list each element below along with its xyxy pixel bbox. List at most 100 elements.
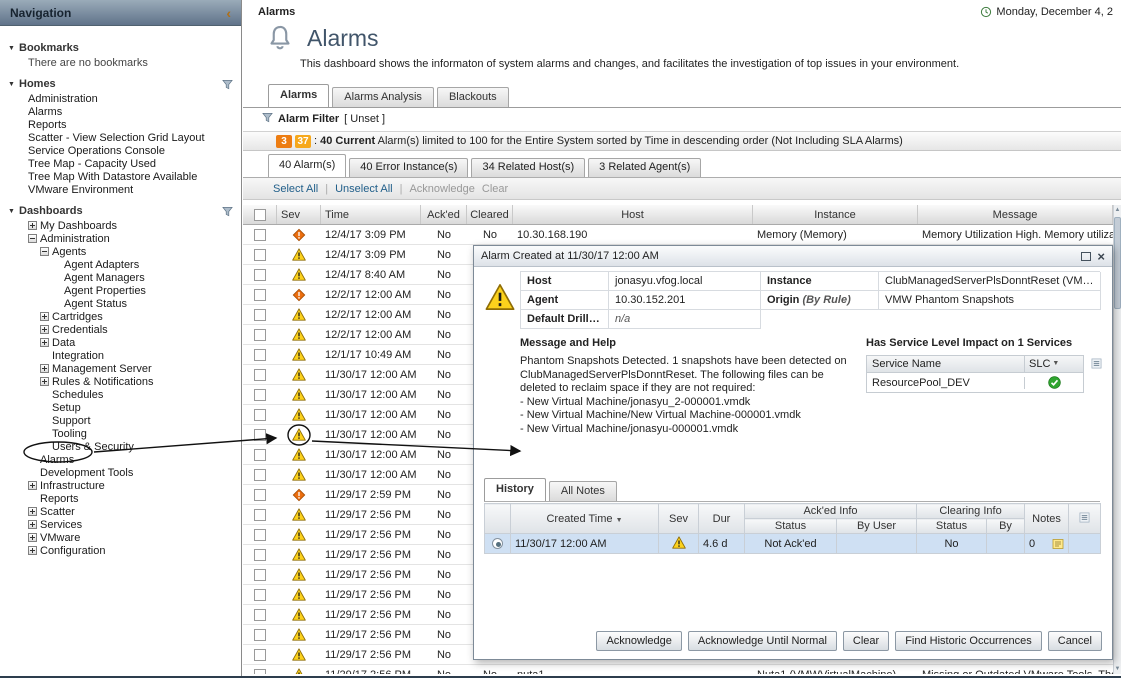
row-checkbox[interactable] [254,249,266,261]
history-row[interactable]: 11/30/17 12:00 AM 4.6 d Not Ack'ed No 0 [485,534,1101,554]
nav-item-my-dashboards[interactable]: My Dashboards [0,219,241,232]
nav-item-cartridges[interactable]: Cartridges [0,310,241,323]
nav-item-tooling[interactable]: Tooling [0,427,241,440]
tree-minus-icon[interactable] [40,247,49,256]
row-checkbox[interactable] [254,629,266,641]
tab-alarms[interactable]: Alarms [268,84,329,107]
popup-tab-history[interactable]: History [484,478,546,501]
nav-section-bookmarks[interactable]: ▼Bookmarks [0,40,241,56]
popup-tab-all-notes[interactable]: All Notes [549,481,617,501]
tree-plus-icon[interactable] [40,312,49,321]
history-row-radio[interactable] [492,538,503,549]
vertical-scrollbar[interactable]: ▲ ▼ [1113,205,1121,674]
subtab-34-related-host-s[interactable]: 34 Related Host(s) [471,158,585,177]
column-header-time[interactable]: Time [321,205,421,224]
nav-section-dashboards[interactable]: ▼Dashboards [0,203,241,219]
nav-item-agent-managers[interactable]: Agent Managers [0,271,241,284]
sev-column[interactable]: Sev [659,504,699,534]
nav-item-schedules[interactable]: Schedules [0,388,241,401]
tree-plus-icon[interactable] [28,481,37,490]
tree-minus-icon[interactable] [28,234,37,243]
alarm-row[interactable]: 12/4/17 3:09 PMNoNo10.30.168.190Memory (… [243,225,1113,245]
tree-plus-icon[interactable] [28,546,37,555]
history-column-chooser-cell[interactable] [1069,504,1101,534]
breadcrumb[interactable]: Alarms [258,6,295,18]
column-header-sev[interactable]: Sev [277,205,321,224]
nav-item-agent-status[interactable]: Agent Status [0,297,241,310]
nav-item-credentials[interactable]: Credentials [0,323,241,336]
tree-plus-icon[interactable] [40,377,49,386]
row-checkbox[interactable] [254,329,266,341]
column-chooser-icon[interactable] [1091,358,1102,372]
row-checkbox[interactable] [254,569,266,581]
clear-status-column[interactable]: Status [917,519,987,534]
nav-item-integration[interactable]: Integration [0,349,241,362]
row-checkbox[interactable] [254,389,266,401]
tree-plus-icon[interactable] [28,533,37,542]
nav-item-reports[interactable]: Reports [0,492,241,505]
scroll-down-icon[interactable]: ▼ [1114,664,1121,674]
acknowledge-action[interactable]: Acknowledge [409,183,474,195]
row-checkbox[interactable] [254,369,266,381]
row-checkbox[interactable] [254,409,266,421]
select-all-link[interactable]: Select All [273,183,318,195]
slc-column[interactable]: SLC ▼ [1025,356,1083,372]
clear-by-column[interactable]: By [987,519,1025,534]
nav-item-tree-map-capacity-used[interactable]: Tree Map - Capacity Used [0,157,241,170]
nav-section-homes[interactable]: ▼Homes [0,76,241,92]
subtab-40-alarm-s[interactable]: 40 Alarm(s) [268,154,346,177]
nav-item-vmware[interactable]: VMware [0,531,241,544]
collapse-sidebar-icon[interactable]: ‹ [226,6,231,20]
note-icon[interactable] [1052,538,1064,550]
clear-button[interactable]: Clear [843,631,889,651]
row-checkbox[interactable] [254,449,266,461]
dur-column[interactable]: Dur [699,504,745,534]
tree-plus-icon[interactable] [28,507,37,516]
impact-row[interactable]: ResourcePool_DEV [867,373,1083,392]
row-checkbox[interactable] [254,289,266,301]
ack-status-column[interactable]: Status [745,519,837,534]
row-checkbox[interactable] [254,509,266,521]
nav-item-alarms[interactable]: Alarms [0,453,241,466]
column-header-host[interactable]: Host [513,205,753,224]
created-time-column[interactable]: Created Time ▼ [511,504,659,534]
nav-item-support[interactable]: Support [0,414,241,427]
section-collapse-icon[interactable]: ▼ [8,208,19,215]
unselect-all-link[interactable]: Unselect All [335,183,392,195]
nav-item-agents[interactable]: Agents [0,245,241,258]
nav-item-users-security[interactable]: Users & Security [0,440,241,453]
subtab-40-error-instance-s[interactable]: 40 Error Instance(s) [349,158,468,177]
acknowledge-until-normal-button[interactable]: Acknowledge Until Normal [688,631,837,651]
nav-item-development-tools[interactable]: Development Tools [0,466,241,479]
nav-item-tree-map-with-datastore-available[interactable]: Tree Map With Datastore Available [0,170,241,183]
filter-funnel-icon[interactable] [222,206,233,217]
row-checkbox[interactable] [254,469,266,481]
tab-blackouts[interactable]: Blackouts [437,87,509,107]
row-checkbox[interactable] [254,529,266,541]
tree-plus-icon[interactable] [28,520,37,529]
popup-maximize-icon[interactable] [1081,252,1091,261]
nav-item-agent-adapters[interactable]: Agent Adapters [0,258,241,271]
nav-item-management-server[interactable]: Management Server [0,362,241,375]
nav-item-reports[interactable]: Reports [0,118,241,131]
nav-item-services[interactable]: Services [0,518,241,531]
acknowledge-button[interactable]: Acknowledge [596,631,681,651]
nav-item-vmware-environment[interactable]: VMware Environment [0,183,241,196]
nav-item-rules-notifications[interactable]: Rules & Notifications [0,375,241,388]
cancel-button[interactable]: Cancel [1048,631,1102,651]
tree-plus-icon[interactable] [40,338,49,347]
tab-alarms-analysis[interactable]: Alarms Analysis [332,87,434,107]
tree-plus-icon[interactable] [40,364,49,373]
nav-item-configuration[interactable]: Configuration [0,544,241,557]
column-header-message[interactable]: Message [918,205,1113,224]
column-header-instance[interactable]: Instance [753,205,918,224]
row-checkbox[interactable] [254,229,266,241]
row-checkbox[interactable] [254,609,266,621]
select-all-checkbox[interactable] [254,209,266,221]
filter-funnel-icon[interactable] [222,79,233,90]
nav-item-administration[interactable]: Administration [0,92,241,105]
notes-column[interactable]: Notes [1025,504,1069,534]
column-header-ack-ed[interactable]: Ack'ed [421,205,467,224]
section-collapse-icon[interactable]: ▼ [8,81,19,88]
alarm-filter-label[interactable]: Alarm Filter [278,113,339,125]
